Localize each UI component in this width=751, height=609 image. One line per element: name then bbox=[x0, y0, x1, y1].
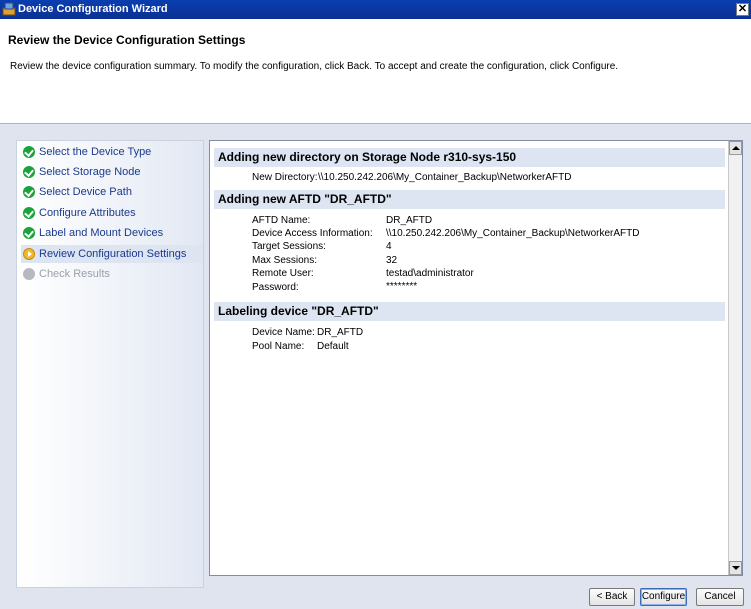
section-header-new-aftd: Adding new AFTD "DR_AFTD" bbox=[214, 190, 725, 209]
cancel-button[interactable]: Cancel bbox=[696, 588, 744, 606]
pending-circle-icon bbox=[23, 268, 35, 280]
title-bar: Device Configuration Wizard ✕ bbox=[0, 0, 751, 19]
page-title: Review the Device Configuration Settings bbox=[8, 33, 246, 47]
step-label: Select Storage Node bbox=[39, 166, 141, 178]
step-label: Check Results bbox=[39, 268, 110, 280]
step-label: Configure Attributes bbox=[39, 207, 136, 219]
remote-user-value: testad\administrator bbox=[386, 268, 474, 279]
aftd-name-label: AFTD Name: bbox=[252, 215, 311, 226]
step-label-and-mount-devices[interactable]: Label and Mount Devices bbox=[21, 224, 203, 242]
checkmark-icon bbox=[23, 166, 35, 178]
scroll-up-icon[interactable] bbox=[729, 141, 742, 155]
device-access-label: Device Access Information: bbox=[252, 228, 373, 239]
step-select-device-type[interactable]: Select the Device Type bbox=[21, 143, 203, 161]
close-icon: ✕ bbox=[737, 3, 748, 15]
device-access-value: \\10.250.242.206\My_Container_Backup\Net… bbox=[386, 228, 640, 239]
aftd-name-value: DR_AFTD bbox=[386, 215, 433, 226]
device-name-label: Device Name: bbox=[252, 327, 315, 338]
step-label: Select the Device Type bbox=[39, 146, 152, 158]
pool-name-label: Pool Name: bbox=[252, 341, 305, 352]
password-value: ******** bbox=[386, 281, 418, 292]
wizard-steps-sidebar: Select the Device Type Select Storage No… bbox=[16, 140, 204, 588]
section-header-labeling-device: Labeling device "DR_AFTD" bbox=[214, 302, 725, 321]
new-directory-label: New Directory: bbox=[252, 172, 318, 183]
configure-button[interactable]: Configure bbox=[640, 588, 687, 606]
step-select-device-path[interactable]: Select Device Path bbox=[21, 183, 203, 201]
step-select-storage-node[interactable]: Select Storage Node bbox=[21, 163, 203, 181]
step-configure-attributes[interactable]: Configure Attributes bbox=[21, 204, 203, 222]
pool-name-value: Default bbox=[317, 341, 349, 352]
close-button[interactable]: ✕ bbox=[736, 3, 749, 16]
window-title: Device Configuration Wizard bbox=[18, 3, 168, 15]
step-check-results: Check Results bbox=[21, 265, 203, 283]
remote-user-label: Remote User: bbox=[252, 268, 314, 279]
checkmark-icon bbox=[23, 146, 35, 158]
vertical-scrollbar[interactable] bbox=[728, 141, 742, 575]
checkmark-icon bbox=[23, 227, 35, 239]
checkmark-icon bbox=[23, 186, 35, 198]
wizard-header: Review the Device Configuration Settings… bbox=[0, 19, 751, 124]
max-sessions-value: 32 bbox=[386, 255, 398, 266]
step-label: Review Configuration Settings bbox=[39, 248, 187, 260]
page-description: Review the device configuration summary.… bbox=[10, 61, 619, 72]
back-button[interactable]: < Back bbox=[589, 588, 635, 606]
section-header-new-directory: Adding new directory on Storage Node r31… bbox=[214, 148, 725, 167]
device-name-value: DR_AFTD bbox=[317, 327, 364, 338]
step-label: Select Device Path bbox=[39, 186, 132, 198]
step-label: Label and Mount Devices bbox=[39, 227, 164, 239]
target-sessions-label: Target Sessions: bbox=[252, 241, 326, 252]
target-sessions-value: 4 bbox=[386, 241, 392, 252]
summary-panel[interactable]: Adding new directory on Storage Node r31… bbox=[209, 140, 743, 576]
scroll-down-icon[interactable] bbox=[729, 561, 742, 575]
checkmark-icon bbox=[23, 207, 35, 219]
arrow-right-icon bbox=[23, 248, 35, 260]
step-review-configuration-settings[interactable]: Review Configuration Settings bbox=[21, 245, 203, 263]
wizard-app-icon bbox=[2, 2, 16, 16]
new-directory-value: \\10.250.242.206\My_Container_Backup\Net… bbox=[318, 172, 572, 183]
max-sessions-label: Max Sessions: bbox=[252, 255, 318, 266]
password-label: Password: bbox=[252, 282, 299, 293]
